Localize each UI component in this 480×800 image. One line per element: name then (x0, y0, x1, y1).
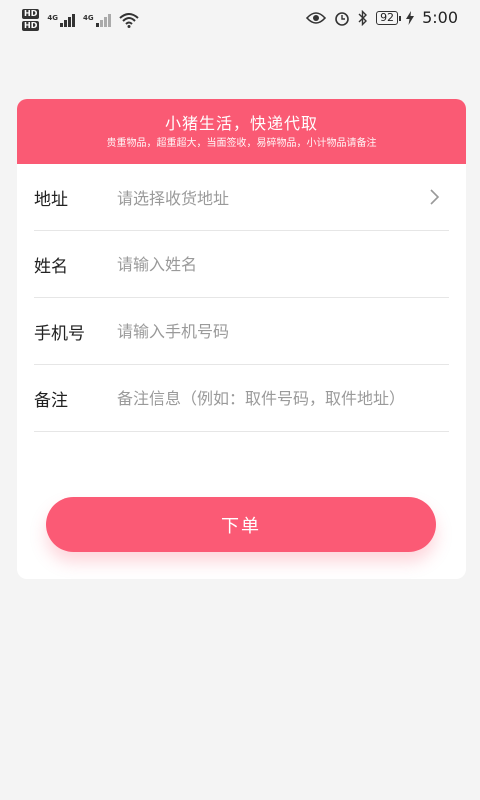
status-left: HD HD 4G 4G (22, 6, 139, 34)
phone-row: 手机号 (34, 298, 449, 365)
banner-subtitle: 贵重物品，超重超大，当面签收，易碎物品，小计物品请备注 (106, 138, 377, 149)
name-label: 姓名 (34, 256, 68, 277)
remark-row: 备注 (34, 365, 449, 432)
charging-icon (406, 10, 415, 25)
status-right: 92 5:00 (306, 8, 458, 27)
clock: 5:00 (422, 8, 458, 27)
hd-indicator: HD HD (22, 9, 40, 31)
phone-label: 手机号 (34, 323, 85, 344)
remark-label: 备注 (34, 390, 68, 411)
remark-input[interactable] (117, 388, 449, 408)
wifi-icon (118, 13, 139, 28)
signal-icon: 4G (82, 13, 111, 27)
network-type: 4G (82, 13, 94, 22)
bluetooth-icon (358, 9, 368, 26)
alarm-icon (335, 11, 349, 26)
address-selector[interactable]: 请选择收货地址 (117, 185, 449, 209)
hd-icon: HD (22, 21, 40, 31)
place-order-button[interactable]: 下单 (46, 497, 436, 552)
eye-icon (306, 11, 327, 24)
order-form: 地址 请选择收货地址 姓名 手机号 备注 (17, 164, 466, 432)
phone-input[interactable] (117, 321, 449, 341)
name-row: 姓名 (34, 231, 449, 298)
hd-icon: HD (22, 9, 40, 19)
service-banner: 小猪生活，快递代取 贵重物品，超重超大，当面签收，易碎物品，小计物品请备注 (17, 99, 466, 164)
order-card: 小猪生活，快递代取 贵重物品，超重超大，当面签收，易碎物品，小计物品请备注 地址… (17, 99, 466, 579)
status-bar: HD HD 4G 4G 92 5:00 (0, 0, 480, 40)
signal-icon: 4G (47, 13, 75, 27)
banner-title: 小猪生活，快递代取 (164, 114, 318, 133)
address-row[interactable]: 地址 请选择收货地址 (34, 164, 449, 231)
chevron-right-icon (430, 189, 440, 205)
name-input[interactable] (117, 254, 449, 274)
network-type: 4G (47, 13, 58, 22)
address-label: 地址 (34, 189, 68, 210)
battery-icon: 92 (376, 10, 402, 25)
